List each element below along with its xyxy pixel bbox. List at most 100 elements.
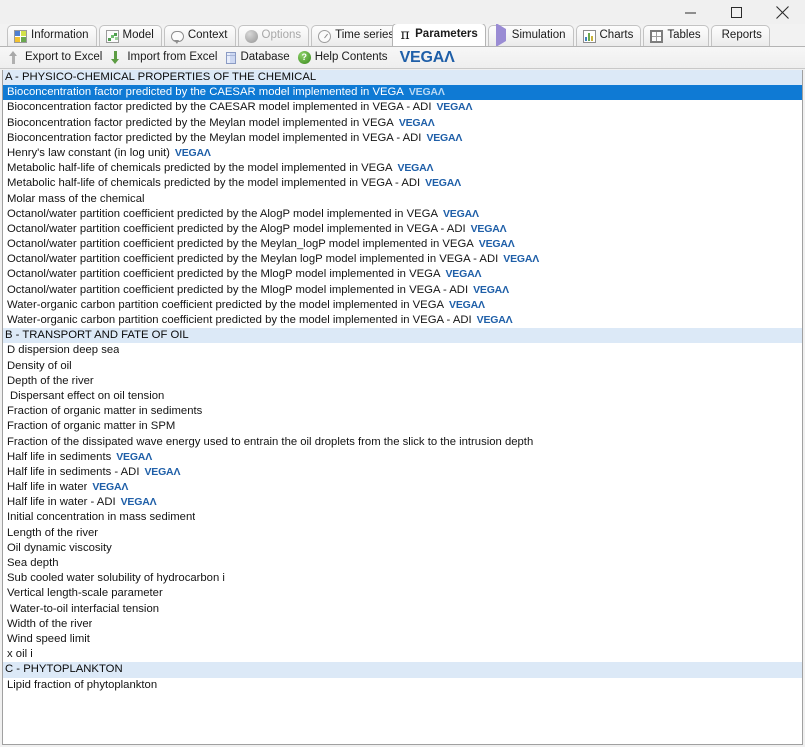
tab-parameters[interactable]: π Parameters xyxy=(392,24,486,46)
list-item[interactable]: Wind speed limit xyxy=(3,632,802,647)
toolbar-label: Help Contents xyxy=(314,50,388,63)
help-contents-button[interactable]: ? Help Contents xyxy=(296,50,394,65)
list-item[interactable]: Octanol/water partition coefficient pred… xyxy=(3,222,802,237)
list-item[interactable]: Water-organic carbon partition coefficie… xyxy=(3,313,802,328)
tab-label: Simulation xyxy=(511,29,566,42)
list-item[interactable]: Vertical length-scale parameter xyxy=(3,586,802,601)
list-item-label: Octanol/water partition coefficient pred… xyxy=(7,268,441,281)
list-item[interactable]: Density of oil xyxy=(3,359,802,374)
play-icon xyxy=(495,24,508,46)
vega-badge: VEGAΛ xyxy=(470,222,507,235)
list-item[interactable]: Sub cooled water solubility of hydrocarb… xyxy=(3,571,802,586)
list-item[interactable]: Octanol/water partition coefficient pred… xyxy=(3,252,802,267)
list-item[interactable]: Bioconcentration factor predicted by the… xyxy=(3,100,802,115)
list-item-label: D dispersion deep sea xyxy=(7,344,120,357)
list-item-label: Bioconcentration factor predicted by the… xyxy=(7,101,432,114)
list-item-label: Metabolic half-life of chemicals predict… xyxy=(7,162,393,175)
list-item[interactable]: Octanol/water partition coefficient pred… xyxy=(3,283,802,298)
list-item[interactable]: Metabolic half-life of chemicals predict… xyxy=(3,176,802,191)
list-item[interactable]: Fraction of organic matter in SPM xyxy=(3,419,802,434)
list-item-label: Fraction of organic matter in SPM xyxy=(7,420,176,433)
tab-simulation[interactable]: Simulation xyxy=(487,24,574,46)
list-item[interactable]: Water-to-oil interfacial tension xyxy=(3,602,802,617)
list-item[interactable]: Fraction of the dissipated wave energy u… xyxy=(3,435,802,450)
list-item[interactable]: Dispersant effect on oil tension xyxy=(3,389,802,404)
list-item-label: Vertical length-scale parameter xyxy=(7,587,163,600)
list-item[interactable]: Bioconcentration factor predicted by the… xyxy=(3,131,802,146)
tab-label: Charts xyxy=(599,29,634,42)
list-item[interactable]: Henry's law constant (in log unit) VEGAΛ xyxy=(3,146,802,161)
tab-options: Options xyxy=(237,25,310,46)
tab-label: Reports xyxy=(721,29,762,42)
list-section-header: A - PHYSICO-CHEMICAL PROPERTIES OF THE C… xyxy=(3,70,802,86)
list-item[interactable]: Metabolic half-life of chemicals predict… xyxy=(3,161,802,176)
list-item[interactable]: Bioconcentration factor predicted by the… xyxy=(3,116,802,131)
list-item-label: Sub cooled water solubility of hydrocarb… xyxy=(7,572,225,585)
list-item-label: Half life in sediments xyxy=(7,450,112,463)
list-item[interactable]: Fraction of organic matter in sediments xyxy=(3,404,802,419)
vega-badge: VEGAΛ xyxy=(478,238,515,251)
list-item[interactable]: Half life in sediments - ADI VEGAΛ xyxy=(3,465,802,480)
tab-label: Context xyxy=(187,29,228,42)
list-item-label: Octanol/water partition coefficient pred… xyxy=(7,238,474,251)
list-item[interactable]: Half life in sediments VEGAΛ xyxy=(3,450,802,465)
minimize-button[interactable] xyxy=(667,0,713,24)
section-title: B - TRANSPORT AND FATE OF OIL xyxy=(5,329,189,342)
tab-tables[interactable]: Tables xyxy=(643,25,709,46)
list-item-label: Half life in sediments - ADI xyxy=(7,465,140,478)
import-from-excel-button[interactable]: Import from Excel xyxy=(108,50,223,66)
list-item[interactable]: Octanol/water partition coefficient pred… xyxy=(3,267,802,282)
vega-logo: VEGAΛ xyxy=(400,49,455,67)
toolbar-label: Export to Excel xyxy=(25,50,103,63)
tab-information[interactable]: Information xyxy=(7,25,97,46)
list-item[interactable]: Initial concentration in mass sediment xyxy=(3,510,802,525)
list-item-label: Dispersant effect on oil tension xyxy=(10,389,165,402)
export-to-excel-button[interactable]: Export to Excel xyxy=(6,50,108,66)
tab-time-series[interactable]: Time series xyxy=(311,25,398,46)
application-window: Information Model Context Options Time s… xyxy=(0,0,805,747)
close-button[interactable] xyxy=(759,0,805,24)
list-item[interactable]: Half life in water - ADI VEGAΛ xyxy=(3,495,802,510)
list-item-label: x oil i xyxy=(7,648,33,661)
list-item[interactable]: Sea depth xyxy=(3,556,802,571)
list-item[interactable]: Octanol/water partition coefficient pred… xyxy=(3,237,802,252)
parameters-list-panel[interactable]: A - PHYSICO-CHEMICAL PROPERTIES OF THE C… xyxy=(2,70,803,745)
list-item-label: Bioconcentration factor predicted by the… xyxy=(7,116,394,129)
tab-charts[interactable]: Charts xyxy=(575,25,642,46)
table-grid-icon xyxy=(650,29,664,43)
tab-label: Information xyxy=(31,29,89,42)
list-item-label: Bioconcentration factor predicted by the… xyxy=(7,86,404,99)
list-item-label: Initial concentration in mass sediment xyxy=(7,511,196,524)
list-item[interactable]: Length of the river xyxy=(3,526,802,541)
list-item[interactable]: Depth of the river xyxy=(3,374,802,389)
list-item[interactable]: Half life in water VEGAΛ xyxy=(3,480,802,495)
tab-label: Time series xyxy=(335,29,395,42)
tab-model[interactable]: Model xyxy=(98,25,162,46)
list-item[interactable]: Width of the river xyxy=(3,617,802,632)
list-item[interactable]: Water-organic carbon partition coefficie… xyxy=(3,298,802,313)
help-circle-icon: ? xyxy=(297,51,311,64)
list-item-label: Width of the river xyxy=(7,617,93,630)
list-item-label: Half life in water xyxy=(7,481,88,494)
list-item[interactable]: D dispersion deep sea xyxy=(3,343,802,358)
vega-badge: VEGAΛ xyxy=(445,268,482,281)
list-item[interactable]: Octanol/water partition coefficient pred… xyxy=(3,207,802,222)
list-item-label: Molar mass of the chemical xyxy=(7,192,145,205)
clock-icon xyxy=(318,29,332,43)
vega-wordmark: VEGA xyxy=(399,48,445,66)
vega-badge: VEGAΛ xyxy=(436,101,473,114)
list-item[interactable]: Lipid fraction of phytoplankton xyxy=(3,678,802,693)
vega-badge: VEGAΛ xyxy=(398,116,435,129)
tab-reports[interactable]: Reports xyxy=(710,25,770,46)
tab-context[interactable]: Context xyxy=(163,25,236,46)
list-item-label: Water-to-oil interfacial tension xyxy=(10,602,160,615)
database-button[interactable]: Database xyxy=(223,51,295,65)
list-item[interactable]: Oil dynamic viscosity xyxy=(3,541,802,556)
list-item[interactable]: Bioconcentration factor predicted by the… xyxy=(3,85,802,101)
section-title: C - PHYTOPLANKTON xyxy=(5,663,123,676)
list-item[interactable]: Molar mass of the chemical xyxy=(3,192,802,207)
maximize-button[interactable] xyxy=(713,0,759,24)
list-item-label: Sea depth xyxy=(7,557,59,569)
list-item[interactable]: x oil i xyxy=(3,647,802,662)
vega-badge: VEGAΛ xyxy=(426,131,463,144)
